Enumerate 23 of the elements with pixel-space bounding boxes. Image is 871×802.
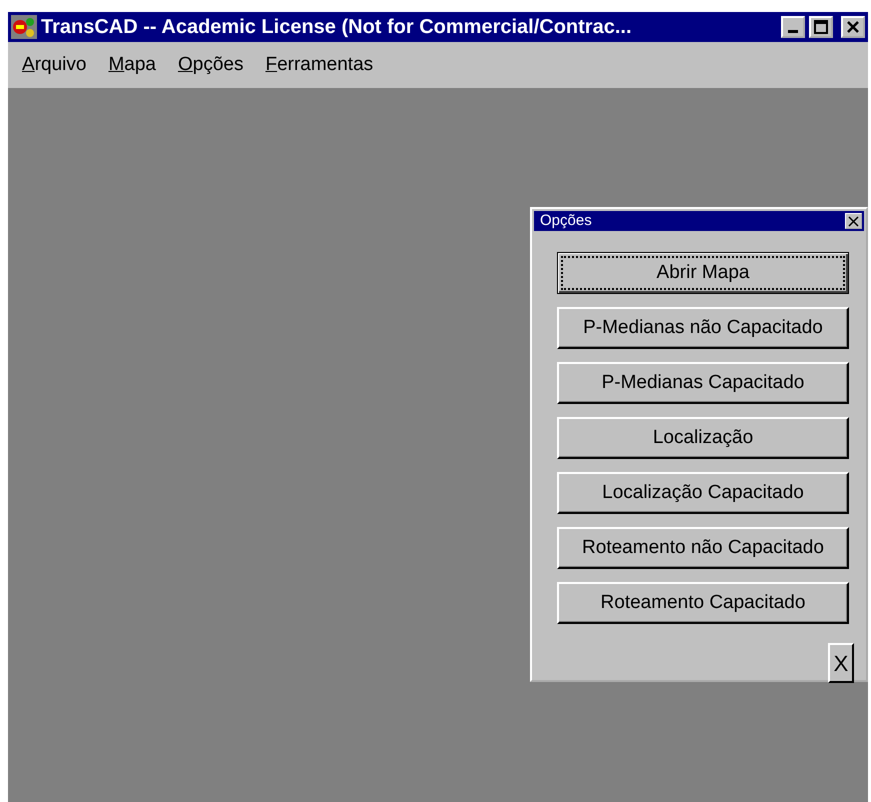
window-title: TransCAD -- Academic License (Not for Commercial/Contrac... [41,15,633,40]
minimize-button[interactable] [781,16,805,38]
app-icon [11,15,37,39]
option-button[interactable]: P-Medianas não Capacitado [557,307,849,349]
close-icon [846,20,860,34]
option-button[interactable]: Abrir Mapa [557,252,849,294]
close-button[interactable]: X [828,643,854,683]
close-icon [848,216,859,226]
option-button[interactable]: Localização [557,417,849,459]
close-button[interactable] [841,16,865,38]
menu-item[interactable]: Arquivo [22,50,86,80]
option-button[interactable]: P-Medianas Capacitado [557,362,849,404]
maximize-icon [814,20,828,34]
option-button[interactable]: Roteamento não Capacitado [557,527,849,569]
option-button[interactable]: Roteamento Capacitado [557,582,849,624]
menu-item[interactable]: Mapa [108,50,156,80]
menu-item[interactable]: Opções [178,50,244,80]
close-button[interactable] [845,213,862,229]
option-button[interactable]: Localização Capacitado [557,472,849,514]
minimize-icon [788,30,798,32]
maximize-button[interactable] [809,16,833,38]
palette-title: Opções [540,210,592,231]
menu-item[interactable]: Ferramentas [265,50,374,80]
